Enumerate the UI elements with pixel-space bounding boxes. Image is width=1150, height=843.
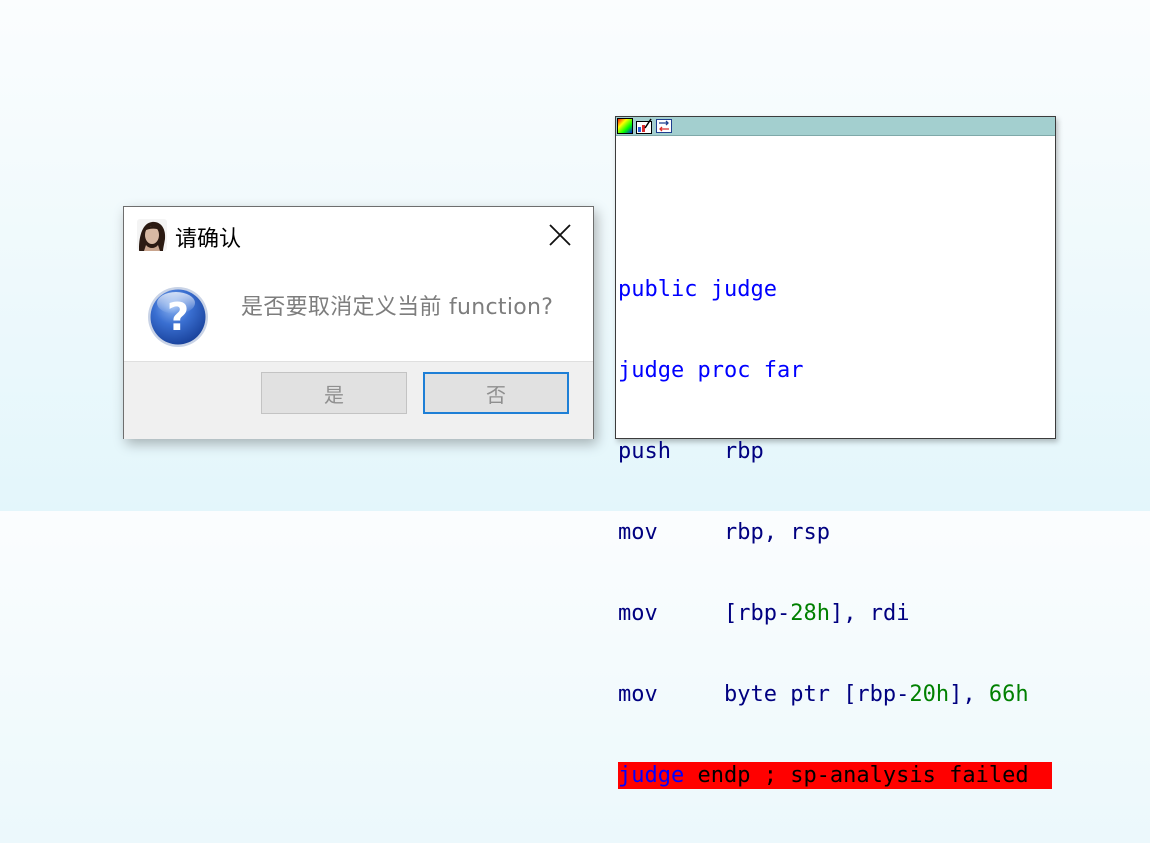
- dialog-body: ? 是否要取消定义当前 function?: [124, 265, 593, 361]
- svg-text:?: ?: [167, 295, 189, 339]
- sp-analysis-error: endp ; sp-analysis failed: [684, 763, 1029, 788]
- spacing: [671, 439, 724, 464]
- code-line[interactable]: judge proc far: [618, 357, 1052, 384]
- offset-number: 28h: [790, 601, 830, 626]
- operand: ], rdi: [829, 601, 910, 626]
- sync-icon[interactable]: [656, 118, 672, 134]
- operand: byte ptr [rbp-: [723, 682, 910, 707]
- graph-icon[interactable]: [636, 118, 652, 134]
- code-line[interactable]: push rbp: [618, 438, 1052, 465]
- no-button[interactable]: 否: [423, 372, 569, 414]
- mnemonic: mov: [618, 601, 658, 626]
- proc-directive: proc far: [684, 358, 804, 383]
- operand: ],: [949, 682, 989, 707]
- dialog-footer: 是 否: [124, 361, 593, 439]
- error-highlight-line[interactable]: judge endp ; sp-analysis failed: [618, 762, 1052, 789]
- disassembly-window[interactable]: public judge judge proc far push rbp mov…: [615, 116, 1056, 789]
- spacing: [658, 520, 724, 545]
- dialog-message: 是否要取消定义当前 function?: [241, 295, 554, 320]
- dialog-title: 请确认: [175, 227, 242, 252]
- close-icon: [549, 224, 571, 246]
- spacing: [658, 601, 724, 626]
- function-name[interactable]: judge: [618, 358, 684, 383]
- operand: rbp: [723, 439, 764, 464]
- mnemonic: push: [618, 439, 671, 464]
- yes-button[interactable]: 是: [261, 372, 407, 414]
- offset-number: 20h: [909, 682, 950, 707]
- code-line[interactable]: mov [rbp-28h], rdi: [618, 600, 1052, 627]
- disassembly-listing: public judge judge proc far push rbp mov…: [618, 222, 1052, 843]
- operand: [rbp-: [723, 601, 791, 626]
- mnemonic: mov: [618, 682, 658, 707]
- function-name[interactable]: judge: [618, 763, 684, 788]
- code-line[interactable]: public judge: [618, 276, 1052, 303]
- dialog-titlebar[interactable]: 请确认: [124, 207, 593, 265]
- spacing: [658, 682, 724, 707]
- code-line[interactable]: mov rbp, rsp: [618, 519, 1052, 546]
- close-button[interactable]: [538, 215, 582, 255]
- directive-keyword: public: [618, 277, 698, 302]
- mnemonic: mov: [618, 520, 658, 545]
- operand: rbp, rsp: [723, 520, 830, 545]
- confirm-dialog: 请确认 ? 是否要取消定义当前 function? 是 否: [123, 206, 594, 439]
- code-line[interactable]: mov byte ptr [rbp-20h], 66h: [618, 681, 1052, 708]
- disassembly-toolbar: [616, 117, 1055, 136]
- avatar-portrait-icon: [137, 219, 167, 251]
- palette-icon[interactable]: [617, 118, 633, 134]
- question-mark-icon: ?: [146, 285, 210, 349]
- immediate-number: 66h: [988, 682, 1029, 707]
- function-name[interactable]: judge: [697, 277, 777, 302]
